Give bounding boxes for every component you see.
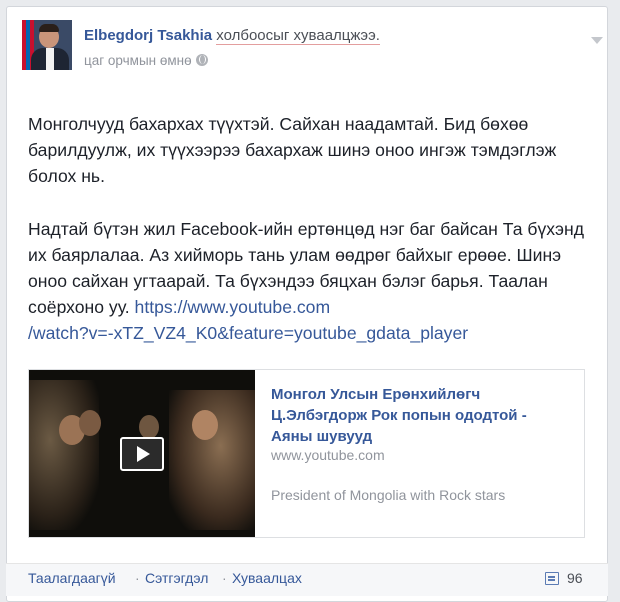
- chevron-down-icon[interactable]: [591, 37, 603, 44]
- post-timestamp: цаг орчмын өмнө: [84, 53, 208, 68]
- post-paragraph-2: Надтай бүтэн жил Facebook-ийн ертөнцөд н…: [28, 216, 588, 346]
- separator-dot: ·: [222, 570, 227, 586]
- thumbnail-shade-left: [29, 380, 99, 530]
- avatar[interactable]: [22, 20, 72, 70]
- avatar-shirt: [46, 48, 54, 70]
- thumbnail-shade-right: [169, 390, 255, 530]
- play-icon[interactable]: [120, 437, 164, 471]
- shared-domain: www.youtube.com: [271, 447, 385, 463]
- share-link[interactable]: Хуваалцах: [232, 570, 302, 586]
- comment-link[interactable]: Сэтгэгдэл: [145, 570, 208, 586]
- like-link[interactable]: Таалагдаагүй: [28, 570, 116, 586]
- post-header: Elbegdorj Tsakhia холбоосыг хуваалцжээ.: [84, 27, 380, 45]
- thumbnail-figure-2: [79, 410, 101, 436]
- author-name[interactable]: Elbegdorj Tsakhia: [84, 27, 212, 44]
- post-link-line-1: https://www.youtube.com: [134, 297, 331, 317]
- globe-icon: [195, 54, 208, 66]
- timestamp-text[interactable]: цаг орчмын өмнө: [84, 53, 192, 68]
- shared-description: President of Mongolia with Rock stars: [271, 487, 506, 503]
- comment-count[interactable]: 96: [567, 570, 583, 586]
- post-action: холбоосыг хуваалцжээ.: [216, 27, 380, 45]
- thumbnail-figure-3: [139, 415, 159, 439]
- separator-dot: ·: [135, 570, 140, 586]
- thumbnail-figure-4: [192, 410, 218, 440]
- post-paragraph-1: Монголчууд бахархах түүхтэй. Сайхан наад…: [28, 114, 557, 186]
- post-link-line-2: /watch?v=-xTZ_VZ4_K0&feature=youtube_gda…: [28, 323, 469, 343]
- shared-title[interactable]: Монгол Улсын Ерөнхийлөгч Ц.Элбэгдорж Рок…: [271, 384, 571, 447]
- video-thumbnail[interactable]: [29, 370, 255, 537]
- shared-link-card[interactable]: Монгол Улсын Ерөнхийлөгч Ц.Элбэгдорж Рок…: [28, 369, 585, 538]
- comment-icon[interactable]: [545, 572, 559, 585]
- avatar-hair: [39, 24, 59, 32]
